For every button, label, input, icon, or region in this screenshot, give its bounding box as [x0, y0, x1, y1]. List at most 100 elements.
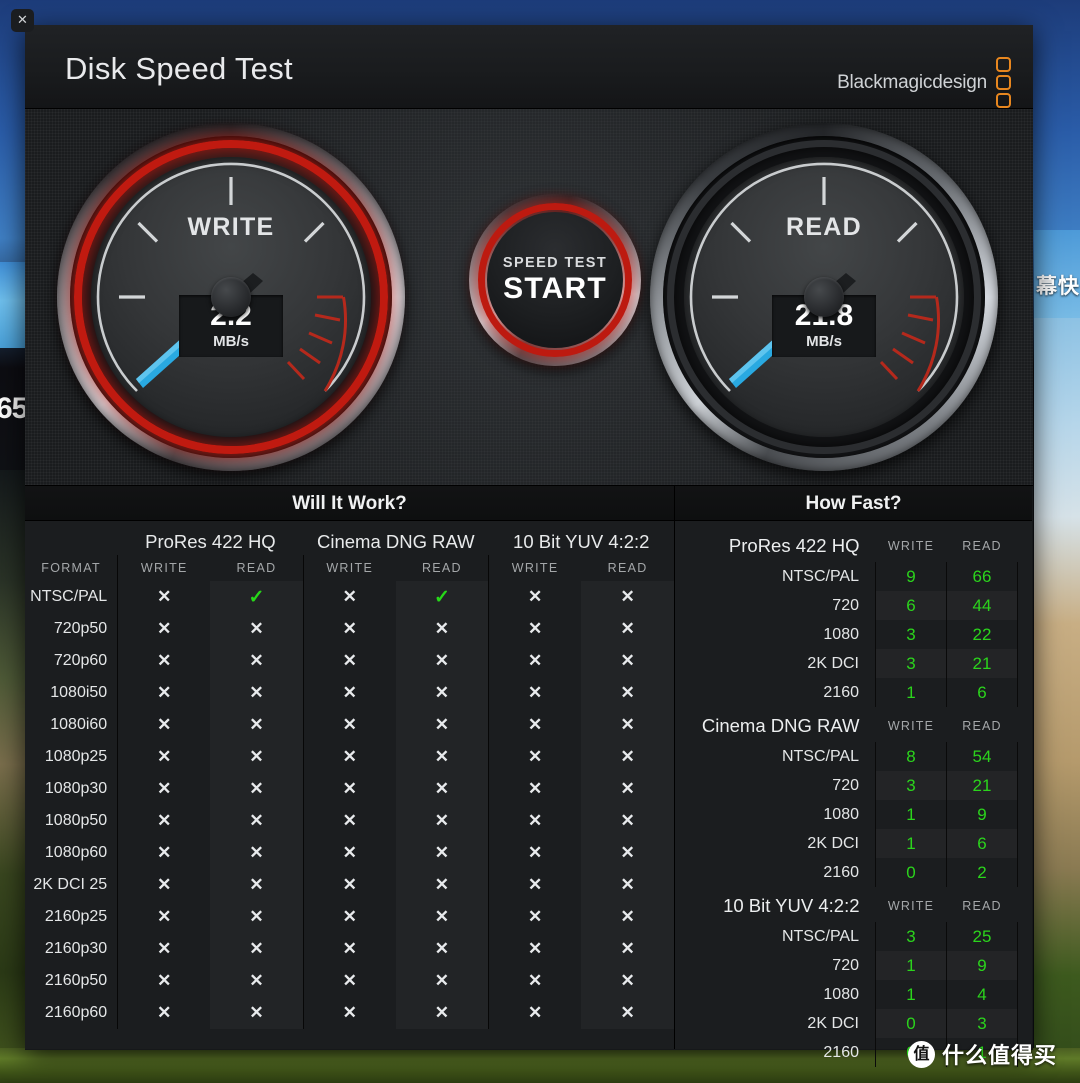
- how-fast-codec-label: Cinema DNG RAW: [701, 714, 860, 736]
- cell-unsupported: ✕: [117, 933, 211, 965]
- cross-icon: ✕: [527, 747, 543, 766]
- cross-icon: ✕: [157, 875, 172, 894]
- page-title: Disk Speed Test: [65, 51, 293, 86]
- cross-icon: ✕: [527, 971, 543, 990]
- cell-unsupported: ✕: [210, 901, 303, 933]
- cross-icon: ✕: [342, 1003, 357, 1022]
- row-format-label: 2160p25: [44, 908, 108, 925]
- cross-icon: ✕: [249, 747, 264, 766]
- codec-header-dng: Cinema DNG RAW: [317, 531, 475, 552]
- how-fast-row: 1080 1 4: [685, 980, 1018, 1009]
- how-fast-row: 720 6 44: [685, 591, 1018, 620]
- how-fast-resolution-label: 720: [832, 596, 859, 614]
- cross-icon: ✕: [157, 843, 172, 862]
- cell-unsupported: ✕: [117, 581, 211, 613]
- how-fast-write-value: 1: [875, 800, 947, 829]
- speed-test-start-button[interactable]: SPEED TEST START: [469, 194, 641, 366]
- cell-unsupported: ✕: [581, 965, 674, 997]
- cross-icon: ✕: [527, 779, 543, 798]
- cross-icon: ✕: [157, 683, 172, 702]
- cross-icon: ✕: [434, 715, 450, 734]
- cell-unsupported: ✕: [488, 581, 582, 613]
- how-fast-write-value: 6: [875, 591, 947, 620]
- table-row: 2160p30 ✕ ✕ ✕ ✕ ✕ ✕: [25, 933, 674, 965]
- cross-icon: ✕: [249, 939, 264, 958]
- how-fast-resolution-label: 720: [832, 956, 859, 974]
- table-row: 2160p25 ✕ ✕ ✕ ✕ ✕ ✕: [25, 901, 674, 933]
- close-icon[interactable]: ✕: [11, 9, 34, 32]
- cross-icon: ✕: [620, 907, 635, 926]
- cross-icon: ✕: [157, 779, 172, 798]
- how-fast-read-value: 21: [946, 649, 1018, 678]
- cell-unsupported: ✕: [396, 677, 489, 709]
- how-fast-resolution-label: 2160: [823, 683, 859, 701]
- write-gauge-label: WRITE: [187, 213, 275, 241]
- subheader-write-1: WRITE: [302, 555, 396, 581]
- codec-header-spacer: [25, 521, 118, 555]
- cell-unsupported: ✕: [581, 645, 674, 677]
- how-fast-read-value: 54: [946, 742, 1018, 771]
- cell-unsupported: ✕: [117, 773, 211, 805]
- cross-icon: ✕: [620, 651, 635, 670]
- cell-unsupported: ✕: [210, 805, 303, 837]
- how-fast-write-value: 3: [875, 922, 947, 951]
- read-gauge-face: READ 21.8 MB/s: [684, 157, 964, 437]
- format-column-header: FORMAT: [41, 561, 101, 575]
- how-fast-row: 2160 0 2: [685, 858, 1018, 887]
- how-fast-read-value: 9: [946, 951, 1018, 980]
- how-fast-row: 2K DCI 0 3: [685, 1009, 1018, 1038]
- cross-icon: ✕: [342, 843, 357, 862]
- cell-unsupported: ✕: [117, 613, 211, 645]
- brand-name: Blackmagicdesign: [837, 71, 987, 93]
- read-gauge: READ 21.8 MB/s: [650, 123, 998, 471]
- how-fast-read-value: 44: [946, 591, 1018, 620]
- cross-icon: ✕: [342, 619, 357, 638]
- how-fast-write-value: 0: [875, 1009, 947, 1038]
- cell-unsupported: ✕: [488, 869, 582, 901]
- cell-unsupported: ✕: [117, 741, 211, 773]
- cross-icon: ✕: [527, 843, 543, 862]
- cell-unsupported: ✕: [488, 901, 582, 933]
- how-fast-resolution-label: 1080: [823, 985, 859, 1003]
- write-gauge-unit: MB/s: [213, 332, 249, 350]
- cross-icon: ✕: [157, 971, 172, 990]
- cell-unsupported: ✕: [581, 773, 674, 805]
- row-format-label: 1080p50: [44, 812, 108, 829]
- will-it-work-body: NTSC/PAL ✕ ✓ ✕ ✓ ✕ ✕ 720p50 ✕ ✕ ✕ ✕ ✕ ✕ 720p60 ✕ ✕ ✕ ✕ ✕ ✕ 10…: [25, 581, 674, 1029]
- disk-speed-test-window: ✕ Disk Speed Test Blackmagicdesign WRITE…: [11, 9, 1033, 1067]
- how-fast-read-value: 66: [946, 562, 1018, 591]
- window-title-bar: ✕ Disk Speed Test Blackmagicdesign: [11, 9, 1033, 109]
- how-fast-row: NTSC/PAL 9 66: [685, 562, 1018, 591]
- how-fast-title: How Fast?: [675, 486, 1032, 521]
- cross-icon: ✕: [434, 619, 450, 638]
- how-fast-subheader-write: WRITE: [887, 538, 935, 553]
- read-gauge-hub: [804, 277, 844, 317]
- subheader-write-0: WRITE: [117, 555, 211, 581]
- cross-icon: ✕: [434, 939, 450, 958]
- start-button-face[interactable]: SPEED TEST START: [487, 212, 623, 348]
- cross-icon: ✕: [434, 971, 450, 990]
- cross-icon: ✕: [620, 779, 635, 798]
- cell-unsupported: ✕: [117, 901, 211, 933]
- cross-icon: ✕: [249, 683, 264, 702]
- cell-unsupported: ✕: [396, 645, 489, 677]
- cross-icon: ✕: [434, 907, 450, 926]
- how-fast-row: 720 1 9: [685, 951, 1018, 980]
- how-fast-write-value: 1: [875, 980, 947, 1009]
- cross-icon: ✕: [249, 651, 264, 670]
- table-row: 720p60 ✕ ✕ ✕ ✕ ✕ ✕: [25, 645, 674, 677]
- cross-icon: ✕: [434, 747, 450, 766]
- cell-unsupported: ✕: [396, 901, 489, 933]
- cell-supported: ✓: [396, 581, 489, 613]
- how-fast-codec-label: ProRes 422 HQ: [728, 534, 860, 556]
- cell-unsupported: ✕: [302, 677, 396, 709]
- cell-unsupported: ✕: [302, 965, 396, 997]
- how-fast-write-value: 3: [875, 771, 947, 800]
- how-fast-codec-label: 10 Bit YUV 4:2:2: [723, 894, 860, 916]
- cell-unsupported: ✕: [396, 613, 489, 645]
- how-fast-row: 2160 1 6: [685, 678, 1018, 707]
- cross-icon: ✕: [434, 1003, 450, 1022]
- cross-icon: ✕: [342, 683, 357, 702]
- watermark-text: 什么值得买: [942, 1043, 1058, 1068]
- cross-icon: ✕: [527, 875, 543, 894]
